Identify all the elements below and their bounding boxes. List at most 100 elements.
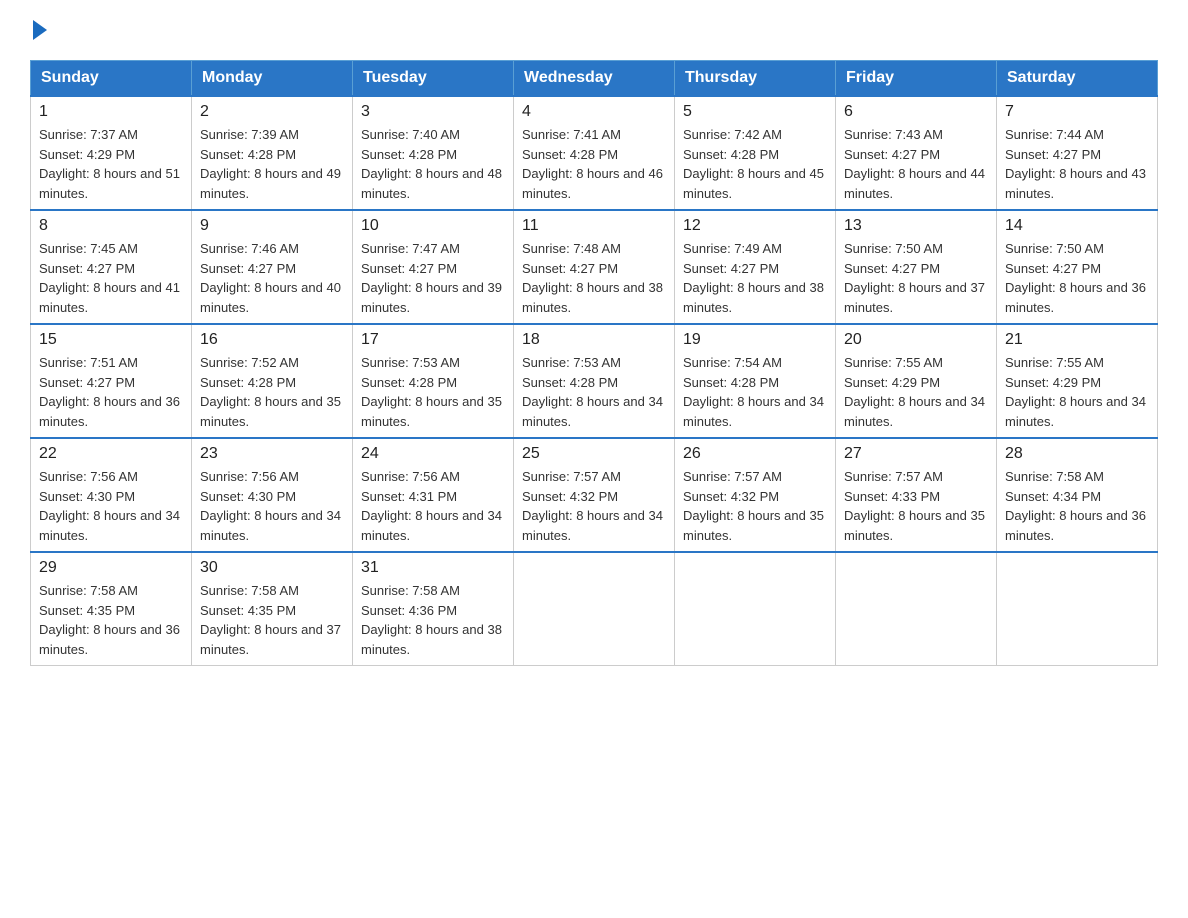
day-number: 18 bbox=[522, 331, 666, 349]
day-cell-13: 13 Sunrise: 7:50 AMSunset: 4:27 PMDaylig… bbox=[836, 210, 997, 324]
day-info: Sunrise: 7:37 AMSunset: 4:29 PMDaylight:… bbox=[39, 127, 180, 201]
day-cell-9: 9 Sunrise: 7:46 AMSunset: 4:27 PMDayligh… bbox=[192, 210, 353, 324]
day-cell-27: 27 Sunrise: 7:57 AMSunset: 4:33 PMDaylig… bbox=[836, 438, 997, 552]
empty-cell bbox=[675, 552, 836, 666]
day-number: 8 bbox=[39, 217, 183, 235]
day-number: 10 bbox=[361, 217, 505, 235]
day-cell-19: 19 Sunrise: 7:54 AMSunset: 4:28 PMDaylig… bbox=[675, 324, 836, 438]
day-cell-10: 10 Sunrise: 7:47 AMSunset: 4:27 PMDaylig… bbox=[353, 210, 514, 324]
day-number: 3 bbox=[361, 103, 505, 121]
day-number: 4 bbox=[522, 103, 666, 121]
day-cell-6: 6 Sunrise: 7:43 AMSunset: 4:27 PMDayligh… bbox=[836, 96, 997, 210]
week-row-1: 1 Sunrise: 7:37 AMSunset: 4:29 PMDayligh… bbox=[31, 96, 1158, 210]
week-row-3: 15 Sunrise: 7:51 AMSunset: 4:27 PMDaylig… bbox=[31, 324, 1158, 438]
week-row-5: 29 Sunrise: 7:58 AMSunset: 4:35 PMDaylig… bbox=[31, 552, 1158, 666]
day-cell-30: 30 Sunrise: 7:58 AMSunset: 4:35 PMDaylig… bbox=[192, 552, 353, 666]
weekday-header-sunday: Sunday bbox=[31, 61, 192, 97]
day-cell-26: 26 Sunrise: 7:57 AMSunset: 4:32 PMDaylig… bbox=[675, 438, 836, 552]
weekday-header-monday: Monday bbox=[192, 61, 353, 97]
day-cell-11: 11 Sunrise: 7:48 AMSunset: 4:27 PMDaylig… bbox=[514, 210, 675, 324]
weekday-header-friday: Friday bbox=[836, 61, 997, 97]
weekday-header-row: SundayMondayTuesdayWednesdayThursdayFrid… bbox=[31, 61, 1158, 97]
empty-cell bbox=[997, 552, 1158, 666]
day-cell-24: 24 Sunrise: 7:56 AMSunset: 4:31 PMDaylig… bbox=[353, 438, 514, 552]
day-info: Sunrise: 7:40 AMSunset: 4:28 PMDaylight:… bbox=[361, 127, 502, 201]
day-number: 11 bbox=[522, 217, 666, 235]
day-number: 2 bbox=[200, 103, 344, 121]
day-cell-17: 17 Sunrise: 7:53 AMSunset: 4:28 PMDaylig… bbox=[353, 324, 514, 438]
day-cell-16: 16 Sunrise: 7:52 AMSunset: 4:28 PMDaylig… bbox=[192, 324, 353, 438]
day-number: 30 bbox=[200, 559, 344, 577]
day-info: Sunrise: 7:57 AMSunset: 4:33 PMDaylight:… bbox=[844, 469, 985, 543]
day-cell-1: 1 Sunrise: 7:37 AMSunset: 4:29 PMDayligh… bbox=[31, 96, 192, 210]
day-number: 21 bbox=[1005, 331, 1149, 349]
day-info: Sunrise: 7:49 AMSunset: 4:27 PMDaylight:… bbox=[683, 241, 824, 315]
logo-arrow-icon bbox=[33, 20, 47, 40]
day-info: Sunrise: 7:39 AMSunset: 4:28 PMDaylight:… bbox=[200, 127, 341, 201]
day-number: 29 bbox=[39, 559, 183, 577]
day-info: Sunrise: 7:51 AMSunset: 4:27 PMDaylight:… bbox=[39, 355, 180, 429]
day-info: Sunrise: 7:58 AMSunset: 4:35 PMDaylight:… bbox=[200, 583, 341, 657]
day-info: Sunrise: 7:57 AMSunset: 4:32 PMDaylight:… bbox=[522, 469, 663, 543]
day-cell-14: 14 Sunrise: 7:50 AMSunset: 4:27 PMDaylig… bbox=[997, 210, 1158, 324]
day-number: 1 bbox=[39, 103, 183, 121]
day-info: Sunrise: 7:58 AMSunset: 4:35 PMDaylight:… bbox=[39, 583, 180, 657]
day-info: Sunrise: 7:55 AMSunset: 4:29 PMDaylight:… bbox=[844, 355, 985, 429]
weekday-header-thursday: Thursday bbox=[675, 61, 836, 97]
day-cell-2: 2 Sunrise: 7:39 AMSunset: 4:28 PMDayligh… bbox=[192, 96, 353, 210]
day-cell-29: 29 Sunrise: 7:58 AMSunset: 4:35 PMDaylig… bbox=[31, 552, 192, 666]
day-cell-31: 31 Sunrise: 7:58 AMSunset: 4:36 PMDaylig… bbox=[353, 552, 514, 666]
day-number: 26 bbox=[683, 445, 827, 463]
day-number: 7 bbox=[1005, 103, 1149, 121]
page-header bbox=[30, 20, 1158, 40]
day-number: 16 bbox=[200, 331, 344, 349]
day-info: Sunrise: 7:42 AMSunset: 4:28 PMDaylight:… bbox=[683, 127, 824, 201]
empty-cell bbox=[836, 552, 997, 666]
day-info: Sunrise: 7:55 AMSunset: 4:29 PMDaylight:… bbox=[1005, 355, 1146, 429]
day-number: 27 bbox=[844, 445, 988, 463]
week-row-2: 8 Sunrise: 7:45 AMSunset: 4:27 PMDayligh… bbox=[31, 210, 1158, 324]
day-cell-4: 4 Sunrise: 7:41 AMSunset: 4:28 PMDayligh… bbox=[514, 96, 675, 210]
day-number: 25 bbox=[522, 445, 666, 463]
day-number: 31 bbox=[361, 559, 505, 577]
day-info: Sunrise: 7:58 AMSunset: 4:36 PMDaylight:… bbox=[361, 583, 502, 657]
day-number: 23 bbox=[200, 445, 344, 463]
day-info: Sunrise: 7:50 AMSunset: 4:27 PMDaylight:… bbox=[1005, 241, 1146, 315]
day-info: Sunrise: 7:57 AMSunset: 4:32 PMDaylight:… bbox=[683, 469, 824, 543]
day-info: Sunrise: 7:44 AMSunset: 4:27 PMDaylight:… bbox=[1005, 127, 1146, 201]
day-info: Sunrise: 7:53 AMSunset: 4:28 PMDaylight:… bbox=[522, 355, 663, 429]
day-cell-20: 20 Sunrise: 7:55 AMSunset: 4:29 PMDaylig… bbox=[836, 324, 997, 438]
day-cell-15: 15 Sunrise: 7:51 AMSunset: 4:27 PMDaylig… bbox=[31, 324, 192, 438]
day-cell-18: 18 Sunrise: 7:53 AMSunset: 4:28 PMDaylig… bbox=[514, 324, 675, 438]
day-cell-5: 5 Sunrise: 7:42 AMSunset: 4:28 PMDayligh… bbox=[675, 96, 836, 210]
weekday-header-wednesday: Wednesday bbox=[514, 61, 675, 97]
weekday-header-tuesday: Tuesday bbox=[353, 61, 514, 97]
day-info: Sunrise: 7:52 AMSunset: 4:28 PMDaylight:… bbox=[200, 355, 341, 429]
day-number: 9 bbox=[200, 217, 344, 235]
day-number: 17 bbox=[361, 331, 505, 349]
weekday-header-saturday: Saturday bbox=[997, 61, 1158, 97]
day-info: Sunrise: 7:58 AMSunset: 4:34 PMDaylight:… bbox=[1005, 469, 1146, 543]
day-cell-7: 7 Sunrise: 7:44 AMSunset: 4:27 PMDayligh… bbox=[997, 96, 1158, 210]
empty-cell bbox=[514, 552, 675, 666]
logo bbox=[30, 20, 47, 40]
day-number: 20 bbox=[844, 331, 988, 349]
day-info: Sunrise: 7:56 AMSunset: 4:30 PMDaylight:… bbox=[200, 469, 341, 543]
day-cell-28: 28 Sunrise: 7:58 AMSunset: 4:34 PMDaylig… bbox=[997, 438, 1158, 552]
day-number: 19 bbox=[683, 331, 827, 349]
day-info: Sunrise: 7:46 AMSunset: 4:27 PMDaylight:… bbox=[200, 241, 341, 315]
day-info: Sunrise: 7:45 AMSunset: 4:27 PMDaylight:… bbox=[39, 241, 180, 315]
day-cell-21: 21 Sunrise: 7:55 AMSunset: 4:29 PMDaylig… bbox=[997, 324, 1158, 438]
day-info: Sunrise: 7:50 AMSunset: 4:27 PMDaylight:… bbox=[844, 241, 985, 315]
day-info: Sunrise: 7:53 AMSunset: 4:28 PMDaylight:… bbox=[361, 355, 502, 429]
day-cell-3: 3 Sunrise: 7:40 AMSunset: 4:28 PMDayligh… bbox=[353, 96, 514, 210]
day-info: Sunrise: 7:48 AMSunset: 4:27 PMDaylight:… bbox=[522, 241, 663, 315]
day-cell-23: 23 Sunrise: 7:56 AMSunset: 4:30 PMDaylig… bbox=[192, 438, 353, 552]
day-number: 13 bbox=[844, 217, 988, 235]
day-info: Sunrise: 7:56 AMSunset: 4:31 PMDaylight:… bbox=[361, 469, 502, 543]
day-number: 28 bbox=[1005, 445, 1149, 463]
calendar-table: SundayMondayTuesdayWednesdayThursdayFrid… bbox=[30, 60, 1158, 666]
day-info: Sunrise: 7:56 AMSunset: 4:30 PMDaylight:… bbox=[39, 469, 180, 543]
day-info: Sunrise: 7:54 AMSunset: 4:28 PMDaylight:… bbox=[683, 355, 824, 429]
day-cell-25: 25 Sunrise: 7:57 AMSunset: 4:32 PMDaylig… bbox=[514, 438, 675, 552]
